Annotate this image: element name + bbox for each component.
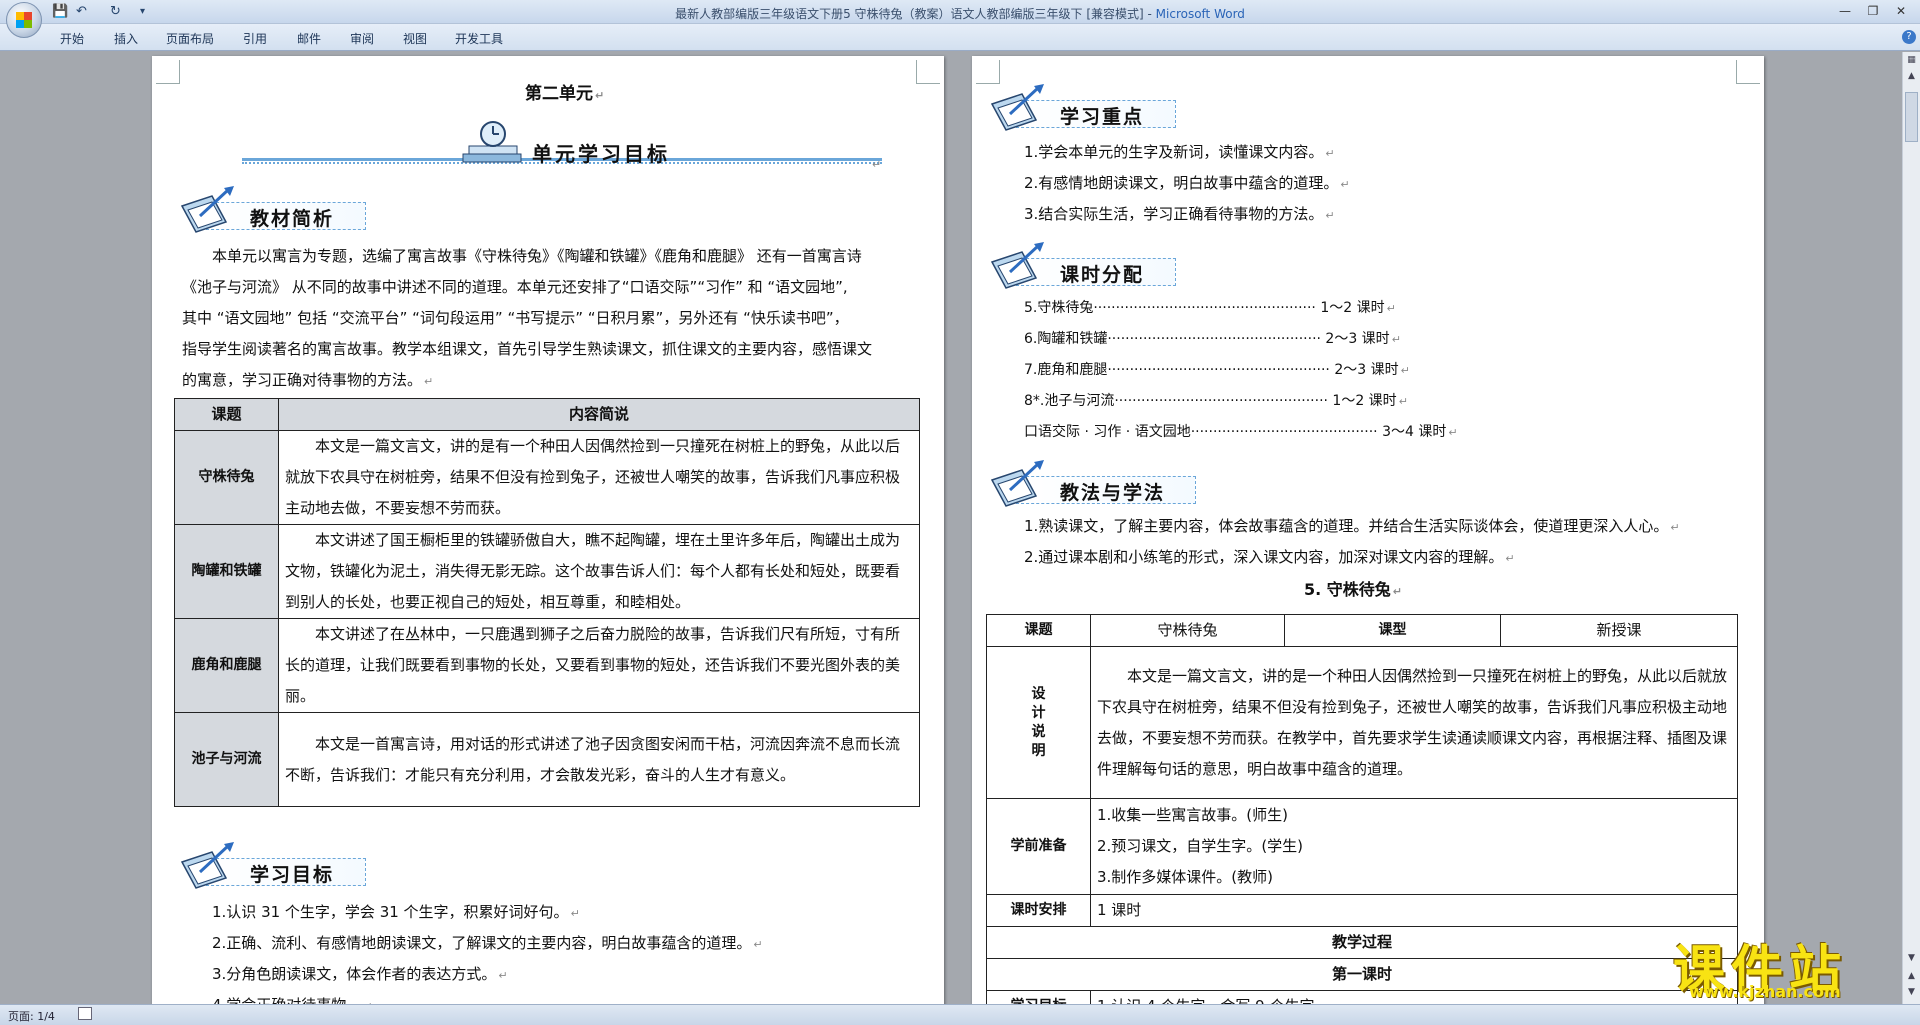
books-clock-icon — [462, 121, 522, 163]
proofing-icon[interactable] — [78, 1007, 92, 1020]
lesson-title: 5. 守株待兔 ↵ — [1304, 580, 1403, 599]
scroll-up-icon[interactable]: ▲ — [1905, 70, 1918, 83]
margin-mark — [916, 60, 940, 84]
book-arrow-icon — [180, 186, 234, 233]
row-content: 本文是一篇文言文，讲的是有一个种田人因偶然捡到一只撞死在树桩上的野兔，从此以后就… — [278, 430, 920, 525]
scroll-thumb[interactable] — [1905, 92, 1918, 142]
plan-process: 教学过程 — [986, 926, 1738, 959]
method-item: 2.通过课本剧和小练笔的形式，深入课文内容，加深对课文内容的理解。 ↵ — [1024, 548, 1515, 566]
plan-label: 课题 — [986, 614, 1091, 647]
row-topic: 池子与河流 — [174, 712, 279, 807]
section-header-goals: 学习目标 — [178, 842, 368, 892]
tab-page-layout[interactable]: 页面布局 — [166, 30, 214, 47]
plan-label: 课时安排 — [986, 894, 1091, 927]
section-header-hours: 课时分配 — [988, 242, 1178, 292]
prev-page-icon[interactable]: ▲ — [1905, 970, 1918, 983]
focus-item: 1.学会本单元的生字及新词，读懂课文内容。 ↵ — [1024, 143, 1335, 161]
intro-line: 《池子与河流》 从不同的故事中讲述不同的道理。本单元还安排了“口语交际”“习作”… — [182, 278, 848, 296]
plan-value: 守株待兔 — [1090, 614, 1285, 647]
hours-row: 口语交际 · 习作 · 语文园地························… — [1024, 424, 1458, 440]
goal-item: 2.正确、流利、有感情地朗读课文，了解课文的主要内容，明白故事蕴含的道理。 ↵ — [212, 934, 763, 952]
hours-row: 8*.池子与河流································… — [1024, 393, 1408, 409]
row-topic: 守株待兔 — [174, 430, 279, 525]
plan-first-lesson: 第一课时 — [986, 958, 1738, 991]
minimize-button[interactable]: — — [1832, 3, 1858, 19]
plan-label: 学前准备 — [986, 798, 1091, 895]
unit-goals-banner: 单元学习目标 ↵ — [242, 118, 882, 176]
table-row: 池子与河流 本文是一首寓言诗，用对话的形式讲述了池子因贪图安闲而干枯，河流因奔流… — [174, 712, 920, 807]
lesson-plan-table: 课题 守株待兔 课型 新授课 设计说明 本文是一篇文言文，讲的是一个种田人因偶然… — [986, 614, 1738, 1023]
table-row: 鹿角和鹿腿 本文讲述了在丛林中，一只鹿遇到狮子之后奋力脱险的故事，告诉我们尺有所… — [174, 618, 920, 713]
lessons-table: 课题 内容简说 守株待兔 本文是一篇文言文，讲的是有一个种田人因偶然捡到一只撞死… — [174, 398, 920, 807]
next-page-icon[interactable]: ▼ — [1905, 986, 1918, 999]
plan-design-text: 本文是一篇文言文，讲的是一个种田人因偶然捡到一只撞死在树桩上的野兔，从此以后就放… — [1090, 646, 1738, 799]
close-button[interactable]: ✕ — [1888, 3, 1914, 19]
row-content: 本文讲述了国王橱柜里的铁罐骄傲自大，瞧不起陶罐，埋在土里许多年后，陶罐出土成为文… — [278, 524, 920, 619]
title-bar: 💾 ↶ ↻ ▾ 最新人教部编版三年级语文下册5 守株待兔（教案）语文人教部编版三… — [0, 0, 1920, 24]
ruler-toggle-icon[interactable]: ▦ — [1905, 54, 1918, 67]
tab-insert[interactable]: 插入 — [114, 30, 138, 47]
page-indicator[interactable]: 页面: 1/4 — [8, 1008, 55, 1024]
book-arrow-icon — [180, 842, 234, 889]
vertical-scrollbar[interactable]: ▦ ▲ ▼ ▲ ▼ — [1902, 52, 1920, 1004]
table-header-content: 内容简说 — [278, 398, 920, 431]
book-arrow-icon — [990, 84, 1044, 131]
tab-view[interactable]: 视图 — [403, 30, 427, 47]
tab-mailings[interactable]: 邮件 — [297, 30, 321, 47]
section-header-focus: 学习重点 — [988, 84, 1178, 134]
book-arrow-icon — [990, 460, 1044, 507]
focus-item: 3.结合实际生活，学习正确看待事物的方法。 ↵ — [1024, 205, 1335, 223]
prep-item: 3.制作多媒体课件。(教师) — [1097, 868, 1274, 886]
plan-prep: 1.收集一些寓言故事。(师生) 2.预习课文，自学生字。(学生) 3.制作多媒体… — [1090, 798, 1738, 895]
book-arrow-icon — [990, 242, 1044, 289]
intro-line: 本单元以寓言为专题，选编了寓言故事《守株待兔》《陶罐和铁罐》《鹿角和鹿腿》 还有… — [212, 247, 862, 265]
tab-references[interactable]: 引用 — [243, 30, 267, 47]
table-row: 陶罐和铁罐 本文讲述了国王橱柜里的铁罐骄傲自大，瞧不起陶罐，埋在土里许多年后，陶… — [174, 524, 920, 619]
intro-line: 指导学生阅读著名的寓言故事。教学本组课文，首先引导学生熟读课文，抓住课文的主要内… — [182, 340, 873, 358]
plan-label: 设计说明 — [986, 646, 1091, 799]
table-header-topic: 课题 — [174, 398, 279, 431]
plan-value: 新授课 — [1500, 614, 1738, 647]
scroll-down-icon[interactable]: ▼ — [1905, 952, 1918, 965]
margin-mark — [976, 60, 1000, 84]
banner-text: 单元学习目标 — [532, 142, 670, 166]
intro-line: 的寓意，学习正确对待事物的方法。 ↵ — [182, 371, 434, 389]
table-row: 守株待兔 本文是一篇文言文，讲的是有一个种田人因偶然捡到一只撞死在树桩上的野兔，… — [174, 430, 920, 525]
status-bar: 页面: 1/4 — [0, 1004, 1920, 1025]
restore-button[interactable]: ❐ — [1860, 3, 1886, 19]
tab-review[interactable]: 审阅 — [350, 30, 374, 47]
tab-home[interactable]: 开始 — [60, 30, 84, 47]
margin-mark — [156, 60, 180, 84]
document-page-2[interactable]: 学习重点 1.学会本单元的生字及新词，读懂课文内容。 ↵ 2.有感情地朗读课文，明… — [972, 56, 1764, 1023]
ribbon-tab-bar: 开始 插入 页面布局 引用 邮件 审阅 视图 开发工具 ? — [0, 24, 1920, 51]
row-topic: 陶罐和铁罐 — [174, 524, 279, 619]
unit-title: 第二单元 ↵ — [525, 84, 605, 104]
row-topic: 鹿角和鹿腿 — [174, 618, 279, 713]
site-watermark: 课件站 www.kjzhan.com — [1673, 941, 1848, 1001]
prep-item: 1.收集一些寓言故事。(师生) — [1097, 806, 1289, 824]
hours-row: 6.陶罐和铁罐·································… — [1024, 331, 1401, 347]
document-page-1[interactable]: 第二单元 ↵ 单元学习目标 ↵ 教材简析 本单元以寓言为专题，选编了寓言故事《守株… — [152, 56, 944, 1016]
section-header-analysis: 教材简析 — [178, 186, 368, 236]
row-content: 本文是一首寓言诗，用对话的形式讲述了池子因贪图安闲而干枯，河流因奔流不息而长流不… — [278, 712, 920, 807]
plan-label: 课型 — [1284, 614, 1501, 647]
help-icon[interactable]: ? — [1902, 30, 1916, 44]
goal-item: 1.认识 31 个生字，学会 31 个生字，积累好词好句。 ↵ — [212, 903, 580, 921]
goal-item: 3.分角色朗读课文，体会作者的表达方式。 ↵ — [212, 965, 508, 983]
hours-row: 7.鹿角和鹿腿·································… — [1024, 362, 1410, 378]
plan-value: 1 课时 — [1090, 894, 1738, 927]
hours-row: 5.守株待兔··································… — [1024, 300, 1396, 316]
office-button[interactable] — [6, 2, 42, 38]
prep-item: 2.预习课文，自学生字。(学生) — [1097, 837, 1304, 855]
window-title: 最新人教部编版三年级语文下册5 守株待兔（教案）语文人教部编版三年级下 [兼容模… — [675, 7, 1245, 21]
method-item: 1.熟读课文，了解主要内容，体会故事蕴含的道理。并结合生活实际谈体会，使道理更深… — [1024, 517, 1680, 535]
office-logo-icon — [16, 12, 32, 28]
tab-developer[interactable]: 开发工具 — [455, 30, 503, 47]
intro-line: 其中 “语文园地” 包括 “交流平台” “词句段运用” “书写提示” “日积月累… — [182, 309, 849, 327]
focus-item: 2.有感情地朗读课文，明白故事中蕴含的道理。 ↵ — [1024, 174, 1350, 192]
section-header-method: 教法与学法 — [988, 460, 1198, 510]
margin-mark — [1736, 60, 1760, 84]
row-content: 本文讲述了在丛林中，一只鹿遇到狮子之后奋力脱险的故事，告诉我们尺有所短，寸有所长… — [278, 618, 920, 713]
